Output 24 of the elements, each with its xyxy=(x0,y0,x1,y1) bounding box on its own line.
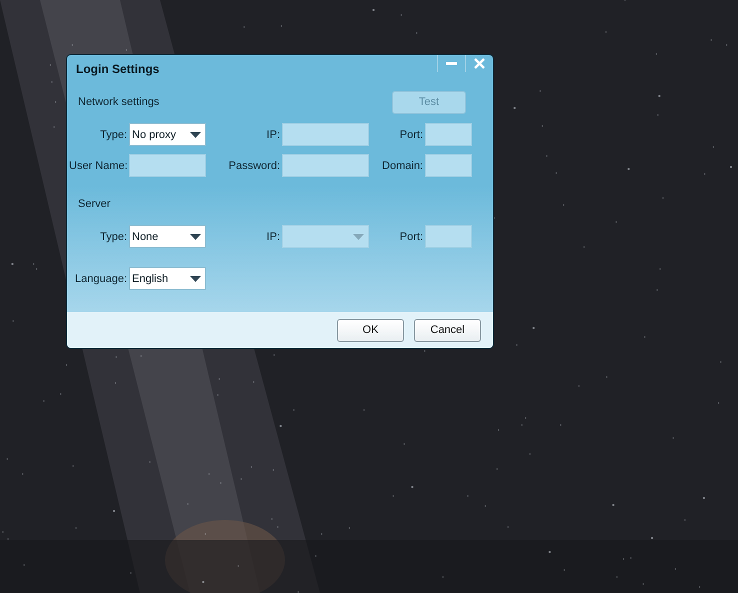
close-icon xyxy=(474,58,485,69)
field-label: Port: xyxy=(398,230,423,242)
field-label: IP: xyxy=(266,128,280,140)
minimize-icon xyxy=(446,62,457,65)
dialog-button[interactable]: Cancel xyxy=(414,318,481,342)
dropdown[interactable]: English xyxy=(129,267,206,290)
field-label: Type: xyxy=(99,230,127,242)
window-title: Login Settings xyxy=(76,62,160,76)
section-heading: Network settings xyxy=(78,96,160,108)
field-label: Password: xyxy=(228,160,280,172)
dropdown[interactable]: None xyxy=(129,225,206,248)
caret-icon xyxy=(353,234,364,240)
dropdown[interactable]: No proxy xyxy=(129,123,206,146)
field-label: Domain: xyxy=(381,160,423,172)
section-heading: Server xyxy=(78,198,110,210)
field-label: User Name: xyxy=(69,160,127,172)
field-label: Language: xyxy=(74,272,127,284)
field-label: Type: xyxy=(99,128,127,140)
dialog-button[interactable]: OK xyxy=(337,318,404,342)
caret-icon xyxy=(190,132,201,138)
field-label: Port: xyxy=(398,128,423,140)
caret-icon xyxy=(190,234,201,240)
field-label: IP: xyxy=(266,230,280,242)
caret-icon xyxy=(190,276,201,282)
